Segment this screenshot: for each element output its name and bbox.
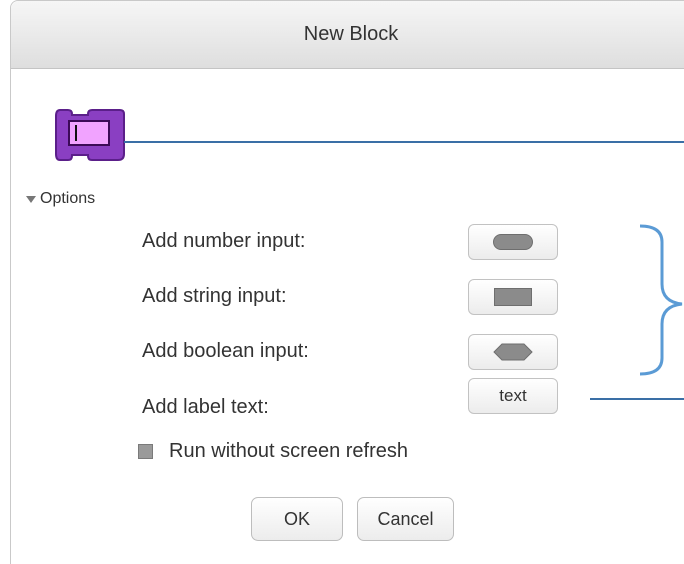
block-preview[interactable] [54,106,126,164]
hexagon-input-shape-icon [493,343,533,361]
round-input-shape-icon [493,234,533,250]
add-number-input-label: Add number input: [142,230,306,252]
options-toggle[interactable]: Options [26,190,95,208]
ok-button[interactable]: OK [251,497,343,541]
run-without-refresh-row[interactable]: Run without screen refresh [138,440,408,463]
block-name-input[interactable] [68,120,110,146]
bracket-annotation [639,224,683,376]
rect-input-shape-icon [494,288,532,306]
run-without-refresh-label: Run without screen refresh [169,440,409,462]
run-without-refresh-checkbox[interactable] [138,444,153,459]
triangle-down-icon [26,195,36,203]
cancel-button[interactable]: Cancel [357,497,454,541]
dialog-titlebar[interactable]: New Block [11,1,684,69]
add-label-text-button[interactable]: text [468,378,558,414]
annotation-line-block [124,141,684,143]
add-boolean-input-button[interactable] [468,334,558,370]
dialog-title: New Block [303,23,399,45]
add-boolean-input-label: Add boolean input: [142,340,309,362]
label-text-button-text: text [499,386,527,405]
add-string-input-label: Add string input: [142,285,287,307]
new-block-dialog: New Block [10,0,684,564]
add-label-text-label: Add label text: [142,396,269,418]
text-caret [75,125,77,141]
add-string-input-button[interactable] [468,279,558,315]
annotation-line-label-text [590,398,684,400]
add-number-input-button[interactable] [468,224,558,260]
options-toggle-label: Options [40,190,96,207]
